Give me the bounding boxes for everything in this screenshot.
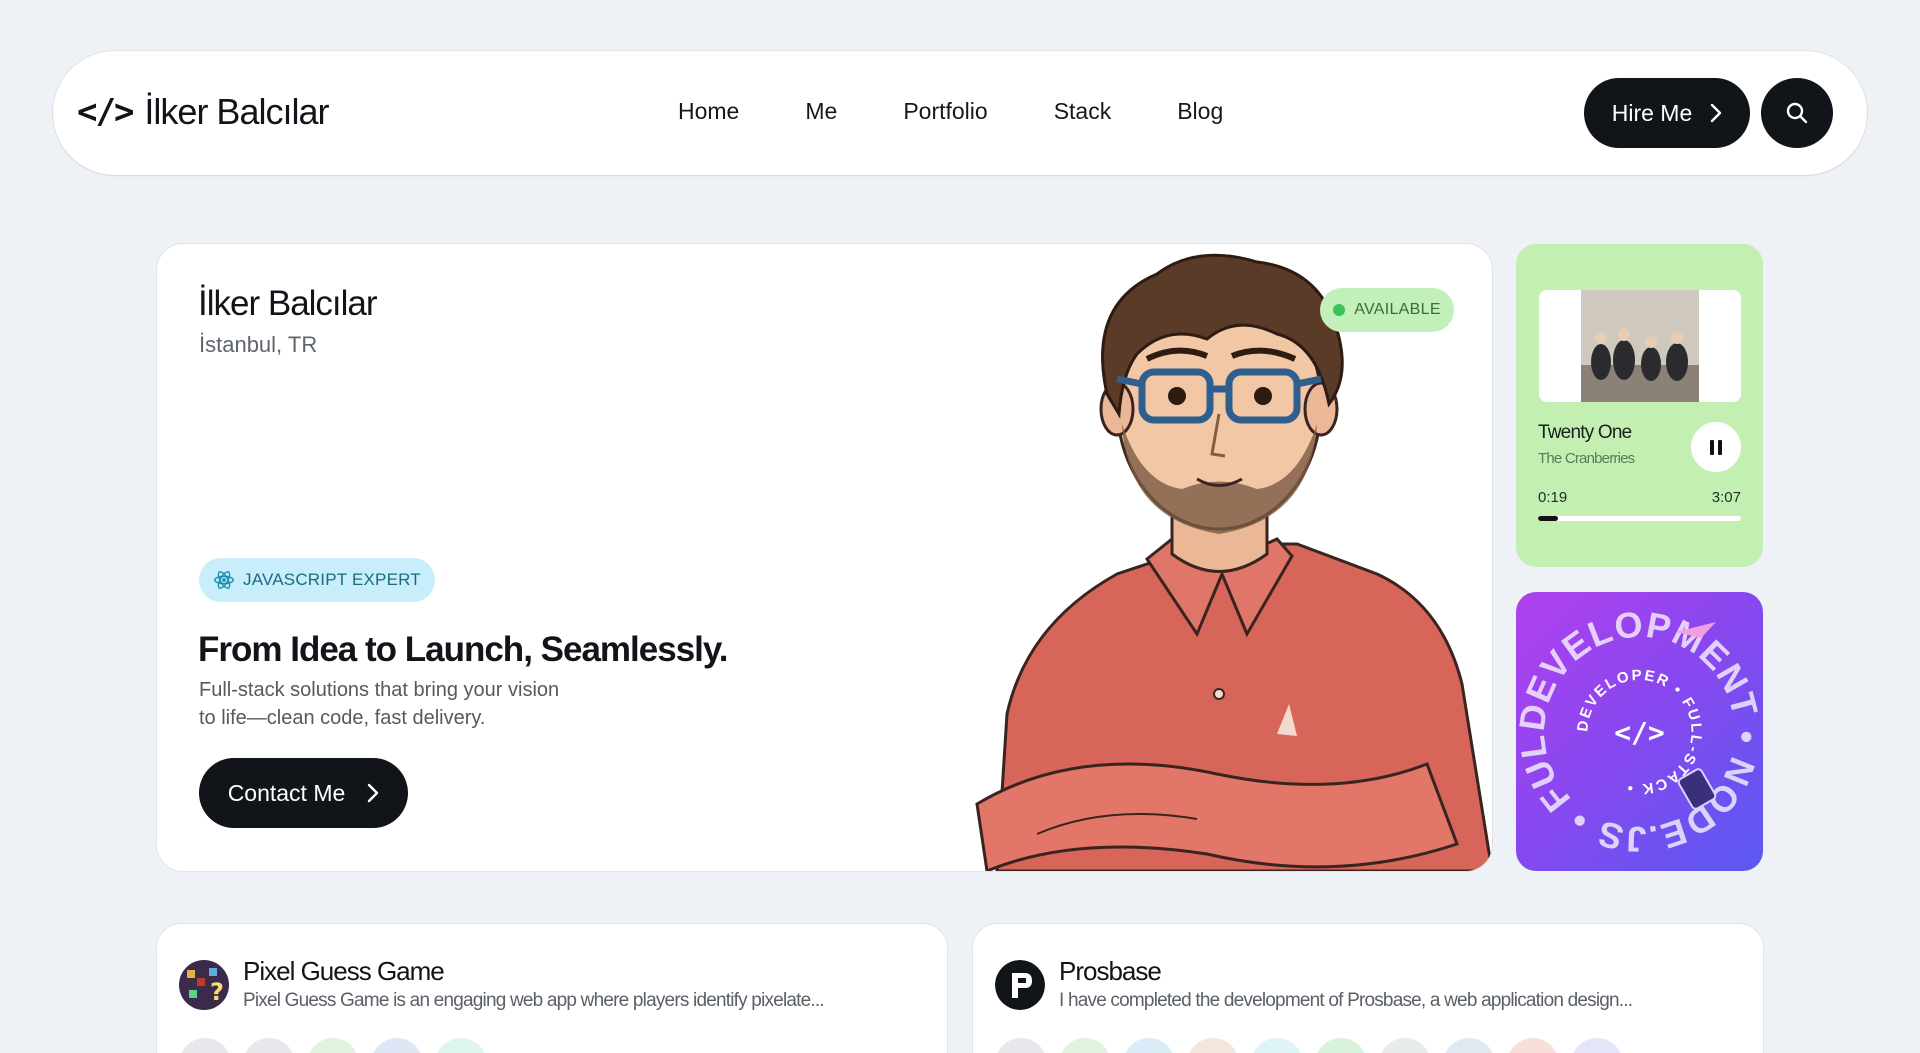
- prosbase-logo-icon: [995, 960, 1045, 1010]
- hero-heading: From Idea to Launch, Seamlessly.: [198, 630, 728, 669]
- brand-name: İlker Balcılar: [144, 91, 329, 132]
- project-card[interactable]: ? Pixel Guess Game Pixel Guess Game is a…: [157, 924, 947, 1053]
- hire-me-label: Hire Me: [1611, 99, 1693, 126]
- project-title: Prosbase: [1059, 956, 1162, 986]
- project-tech-icons: [995, 1038, 1623, 1053]
- hero-subtext-line-1: Full-stack solutions that bring your vis…: [199, 679, 560, 701]
- song-title: Twenty One: [1538, 422, 1632, 443]
- hire-me-button[interactable]: Hire Me: [1584, 78, 1750, 148]
- search-button[interactable]: [1761, 78, 1833, 148]
- total-time: 3:07: [1711, 489, 1741, 506]
- tech-icon: [371, 1038, 423, 1053]
- top-navbar: </> İlker Balcılar Home Me Portfolio Sta…: [53, 51, 1867, 175]
- rotating-text-graphic: DEVELOPMENT • NODE.JS • FULL-STACK • BAC…: [1516, 592, 1763, 860]
- tech-icon: [179, 1038, 231, 1053]
- chevron-right-icon: [368, 783, 379, 803]
- contact-me-button[interactable]: Contact Me: [199, 758, 408, 828]
- developer-promo-card: DEVELOPMENT • NODE.JS • FULL-STACK • BAC…: [1516, 592, 1763, 871]
- playback-progress-bar[interactable]: [1538, 516, 1741, 521]
- project-card[interactable]: Prosbase I have completed the developmen…: [973, 924, 1763, 1053]
- tech-icon: [307, 1038, 359, 1053]
- hero-card: İlker Balcılar İstanbul, TR JAVASCRIPT E…: [157, 244, 1492, 871]
- music-player-card: Twenty One The Cranberries 0:19 3:07: [1516, 244, 1763, 567]
- avatar-illustration: [975, 253, 1492, 871]
- nav-link-portfolio[interactable]: Portfolio: [903, 98, 987, 125]
- badge-label: JAVASCRIPT EXPERT: [243, 570, 421, 589]
- tech-icon: [243, 1038, 295, 1053]
- playback-progress-fill: [1538, 516, 1559, 521]
- status-dot: [1333, 304, 1346, 316]
- project-logo: [995, 960, 1045, 1010]
- hero-location: İstanbul, TR: [199, 332, 318, 357]
- tech-icon: [1059, 1038, 1111, 1053]
- code-icon: </>: [77, 92, 134, 132]
- nav-link-home[interactable]: Home: [678, 98, 739, 125]
- search-icon: [1786, 102, 1808, 124]
- album-cover: [1539, 290, 1741, 402]
- nav-link-stack[interactable]: Stack: [1054, 98, 1112, 125]
- song-artist: The Cranberries: [1538, 450, 1635, 467]
- tech-icon: [1251, 1038, 1303, 1053]
- pause-button[interactable]: [1691, 422, 1741, 472]
- nav-link-blog[interactable]: Blog: [1177, 98, 1223, 125]
- tech-icon: [435, 1038, 487, 1053]
- tech-icon: [1379, 1038, 1431, 1053]
- project-description: I have completed the development of Pros…: [1059, 990, 1633, 1011]
- availability-label: AVAILABLE: [1354, 301, 1441, 318]
- tech-icon: [1187, 1038, 1239, 1053]
- contact-me-label: Contact Me: [227, 779, 346, 806]
- chevron-right-icon: [1711, 103, 1722, 123]
- availability-badge: AVAILABLE: [1320, 288, 1454, 332]
- center-code-icon: </>: [1614, 716, 1665, 749]
- pause-icon-bar: [1710, 439, 1714, 455]
- tech-icon: [1315, 1038, 1367, 1053]
- hero-subtext-line-2: to life—clean code, fast delivery.: [199, 707, 486, 729]
- pixel-game-icon: ?: [179, 960, 229, 1010]
- tech-icon: [995, 1038, 1047, 1053]
- project-logo: ?: [179, 960, 229, 1010]
- brand-logo[interactable]: </> İlker Balcılar: [77, 91, 329, 133]
- tech-icon: [1571, 1038, 1623, 1053]
- tech-icon: [1507, 1038, 1559, 1053]
- current-time: 0:19: [1538, 489, 1568, 506]
- tech-icon: [1443, 1038, 1495, 1053]
- hero-name: İlker Balcılar: [198, 284, 378, 323]
- react-atom-icon: [214, 571, 234, 589]
- main-nav: Home Me Portfolio Stack Blog: [678, 98, 1223, 125]
- tech-icon: [1123, 1038, 1175, 1053]
- nav-link-me[interactable]: Me: [805, 98, 837, 125]
- pause-icon-bar: [1718, 439, 1722, 455]
- javascript-expert-badge: JAVASCRIPT EXPERT: [199, 558, 435, 602]
- hero-subtext: Full-stack solutions that bring your vis…: [199, 676, 619, 732]
- album-art: [1539, 290, 1741, 402]
- svg-text:?: ?: [210, 978, 224, 1006]
- project-description: Pixel Guess Game is an engaging web app …: [243, 990, 825, 1011]
- project-tech-icons: [179, 1038, 487, 1053]
- project-title: Pixel Guess Game: [243, 956, 445, 986]
